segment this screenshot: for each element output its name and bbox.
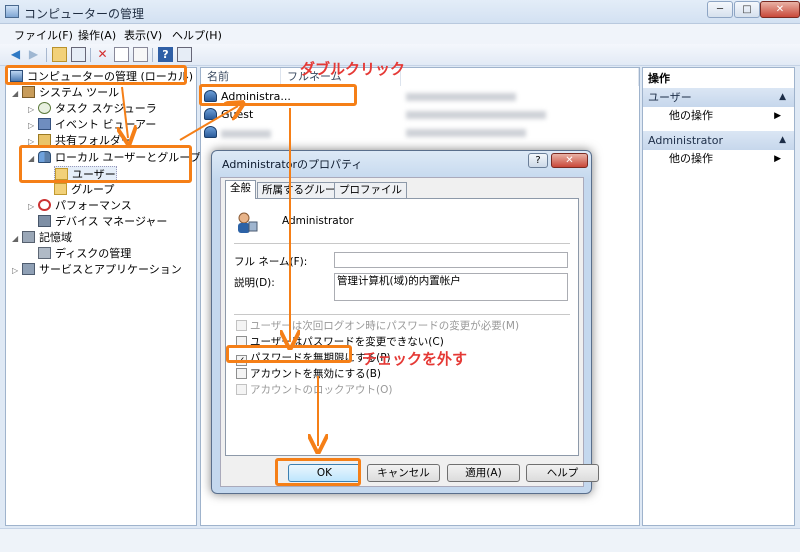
tab-general[interactable]: 全般 (225, 180, 256, 199)
arrow-local-users-to-admin-row (179, 106, 238, 141)
annotation-arrows (0, 86, 800, 552)
arrow-root-to-local-users (122, 86, 128, 138)
